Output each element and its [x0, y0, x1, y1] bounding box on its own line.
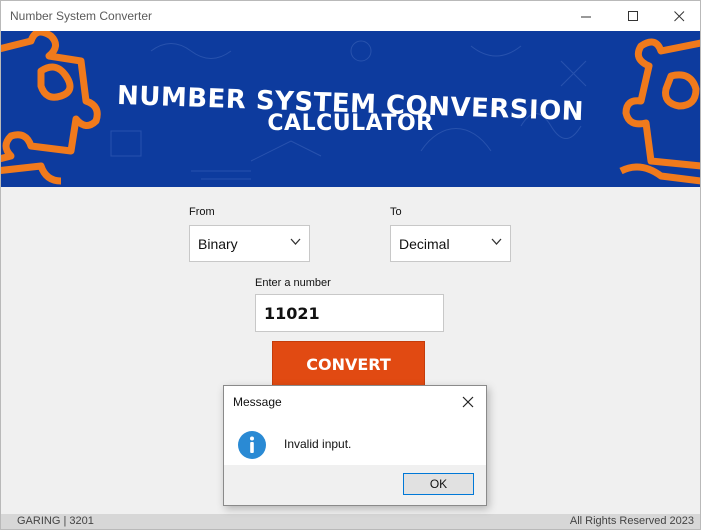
chevron-down-icon [290, 238, 301, 245]
window-title: Number System Converter [10, 9, 153, 23]
to-label: To [390, 206, 402, 218]
close-icon [673, 10, 684, 21]
close-icon [462, 396, 474, 408]
info-icon [238, 431, 266, 459]
minimize-button[interactable] [563, 1, 609, 31]
status-right-text: All Rights Reserved 2023 [569, 515, 694, 527]
number-input-label: Enter a number [255, 277, 331, 289]
minimize-icon [580, 16, 591, 17]
ok-button[interactable]: OK [403, 473, 474, 495]
maximize-icon [627, 10, 638, 21]
dialog-title-bar[interactable]: Message [224, 386, 486, 418]
to-selected-value: Decimal [399, 236, 450, 252]
from-select[interactable]: Binary [189, 225, 310, 262]
dialog-close-button[interactable] [460, 394, 476, 410]
message-dialog: Message Invalid input. OK [223, 385, 487, 506]
convert-button[interactable]: CONVERT [272, 341, 425, 387]
banner-title-line2: CALCULATOR [267, 111, 434, 136]
status-left-text: GARING | 3201 [17, 515, 94, 527]
maximize-button[interactable] [610, 1, 656, 31]
dialog-title: Message [233, 395, 282, 409]
close-button[interactable] [656, 1, 701, 31]
title-bar[interactable]: Number System Converter [1, 1, 700, 31]
chevron-down-icon [491, 238, 502, 245]
from-label: From [189, 206, 215, 218]
to-select[interactable]: Decimal [390, 225, 511, 262]
header-banner: NUMBER SYSTEM CONVERSION CALCULATOR [1, 31, 700, 187]
dialog-body: Invalid input. [224, 418, 486, 465]
dialog-message: Invalid input. [284, 437, 352, 451]
number-input[interactable] [255, 294, 444, 332]
from-selected-value: Binary [198, 236, 238, 252]
status-bar: GARING | 3201 All Rights Reserved 2023 [1, 514, 700, 529]
